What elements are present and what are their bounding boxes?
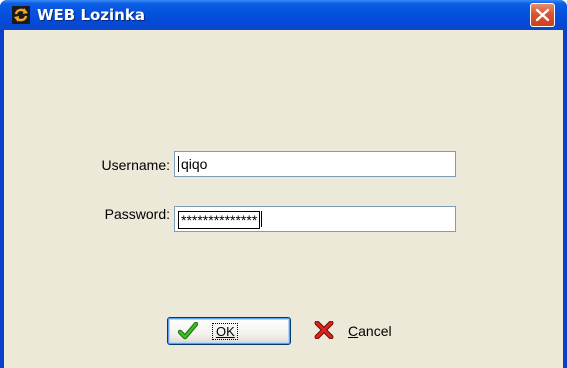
username-value: qiqo bbox=[178, 156, 207, 172]
password-label: Password: bbox=[104, 206, 170, 222]
password-input[interactable]: ************** bbox=[174, 206, 456, 232]
cancel-button-label: Cancel bbox=[348, 324, 392, 339]
username-input[interactable]: qiqo bbox=[174, 151, 456, 177]
refresh-arrows-icon bbox=[12, 6, 30, 24]
cancel-button[interactable]: Cancel bbox=[306, 317, 416, 345]
close-x-icon bbox=[535, 8, 550, 22]
ok-button-label: OK bbox=[216, 324, 235, 339]
red-x-icon bbox=[314, 320, 334, 343]
green-checkmark-icon bbox=[177, 321, 199, 344]
password-value: ************** bbox=[178, 211, 261, 229]
login-dialog: WEB Lozinka Username: qiqo Password: ***… bbox=[0, 0, 567, 368]
dialog-body: Username: qiqo Password: ************** … bbox=[4, 30, 563, 368]
text-caret bbox=[261, 211, 263, 227]
close-button[interactable] bbox=[530, 3, 555, 27]
window-title: WEB Lozinka bbox=[37, 6, 145, 24]
title-bar[interactable]: WEB Lozinka bbox=[0, 0, 567, 30]
username-label: Username: bbox=[101, 157, 170, 173]
cancel-mnemonic: C bbox=[348, 323, 359, 339]
ok-button[interactable]: OK bbox=[167, 317, 291, 345]
cancel-label-rest: ancel bbox=[358, 323, 392, 339]
